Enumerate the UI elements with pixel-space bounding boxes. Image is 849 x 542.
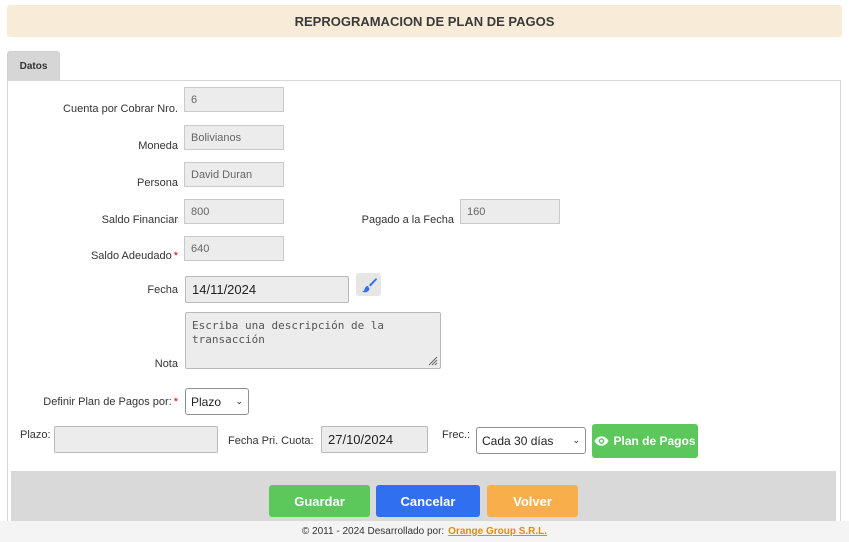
orange-group-link[interactable]: Orange Group S.R.L.: [448, 526, 547, 537]
nota-placeholder: Escriba una descripción de la transacció…: [192, 319, 385, 346]
persona-field: David Duran: [184, 162, 284, 187]
pagado-field: 160: [460, 199, 560, 224]
page-title: REPROGRAMACION DE PLAN DE PAGOS: [7, 5, 842, 37]
saldo-adeudado-field: 640: [184, 236, 284, 261]
chevron-down-icon: ⌄: [235, 396, 243, 406]
cuenta-label: Cuenta por Cobrar Nro.: [63, 103, 178, 115]
saldo-adeudado-label: Saldo Adeudado *: [91, 250, 178, 262]
saldo-adeudado-label-text: Saldo Adeudado: [90, 250, 172, 262]
definir-selected: Plazo: [191, 394, 222, 409]
plazo-input[interactable]: [54, 426, 218, 453]
pagado-label: Pagado a la Fecha: [361, 214, 454, 226]
fecha-input[interactable]: 14/11/2024: [185, 276, 349, 303]
volver-button[interactable]: Volver: [487, 485, 578, 517]
resize-grip-icon[interactable]: [428, 356, 438, 366]
frec-select[interactable]: Cada 30 días ⌄: [476, 427, 586, 454]
clear-date-button[interactable]: [356, 273, 381, 296]
fecha-label: Fecha: [147, 284, 178, 296]
saldo-financiar-field: 800: [184, 199, 284, 224]
moneda-label: Moneda: [138, 140, 178, 152]
frec-label: Frec.:: [442, 429, 471, 441]
paint-brush-icon: [361, 277, 377, 292]
guardar-button[interactable]: Guardar: [269, 485, 370, 517]
required-mark: *: [173, 396, 178, 408]
plan-de-pagos-button[interactable]: Plan de Pagos: [592, 424, 698, 458]
definir-label: Definir Plan de Pagos por: *: [43, 396, 178, 408]
plazo-label: Plazo:: [20, 429, 51, 441]
chevron-down-icon: ⌄: [572, 435, 580, 445]
definir-select[interactable]: Plazo ⌄: [185, 388, 249, 415]
fecha-pri-label: Fecha Pri. Cuota:: [228, 435, 314, 447]
tab-datos[interactable]: Datos: [7, 51, 60, 81]
fecha-pri-input[interactable]: 27/10/2024: [321, 426, 428, 453]
frec-selected: Cada 30 días: [482, 433, 554, 448]
nota-textarea[interactable]: Escriba una descripción de la transacció…: [185, 312, 441, 369]
persona-label: Persona: [137, 177, 178, 189]
required-mark: *: [173, 250, 178, 262]
definir-label-text: Definir Plan de Pagos por:: [43, 396, 172, 408]
nota-label: Nota: [154, 358, 178, 370]
eye-icon: [594, 436, 610, 446]
saldo-financiar-label: Saldo Financiar: [101, 214, 178, 226]
cuenta-field: 6: [184, 87, 284, 112]
cancelar-button[interactable]: Cancelar: [376, 485, 480, 517]
moneda-field: Bolivianos: [184, 125, 284, 150]
copyright-footer: © 2011 - 2024 Desarrollado por: Orange G…: [0, 521, 849, 542]
form-panel: [7, 80, 841, 530]
plan-de-pagos-label: Plan de Pagos: [613, 434, 696, 448]
copyright-text: © 2011 - 2024 Desarrollado por:: [301, 526, 445, 537]
